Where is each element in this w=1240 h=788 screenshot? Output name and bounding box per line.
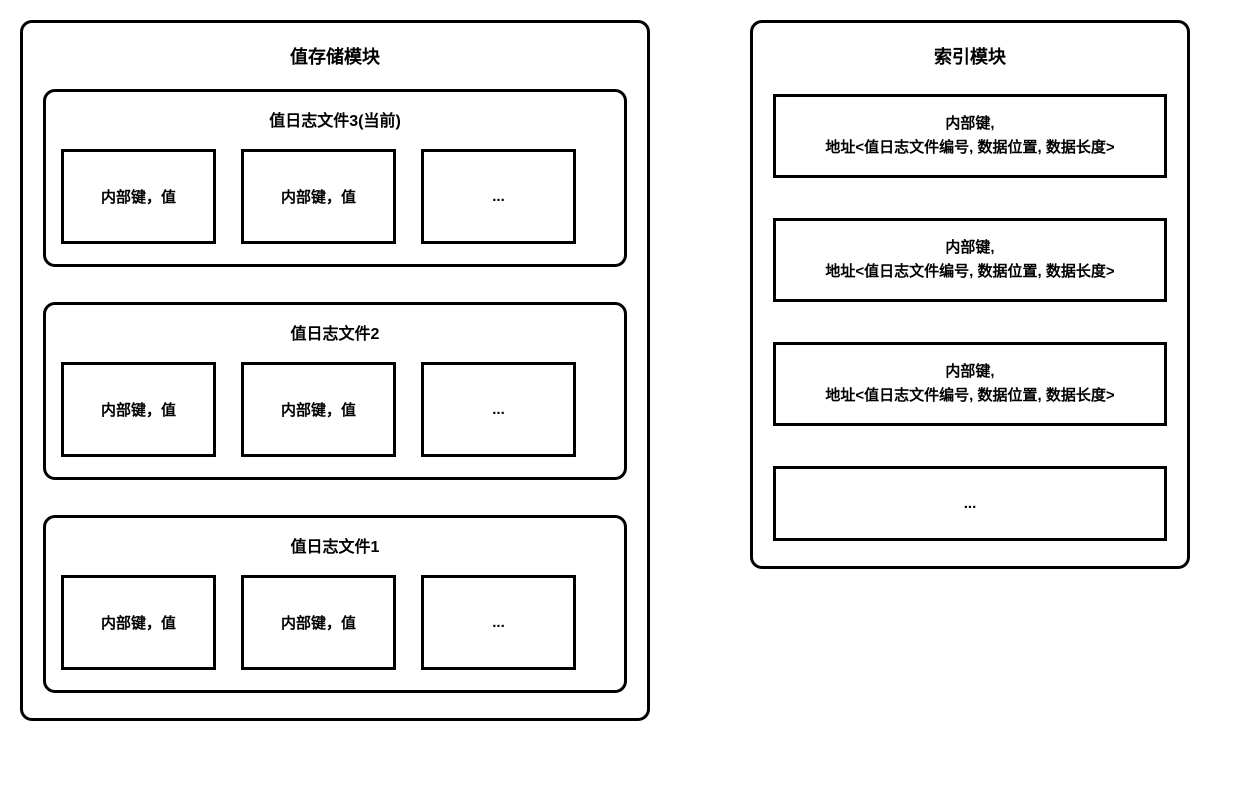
index-key-label: 内部键, <box>786 112 1154 136</box>
index-entry-ellipsis: ... <box>773 466 1167 541</box>
log-file-1: 值日志文件1 内部键，值 内部键，值 ... <box>43 515 627 693</box>
index-entry: 内部键, 地址<值日志文件编号, 数据位置, 数据长度> <box>773 94 1167 178</box>
log-file-2: 值日志文件2 内部键，值 内部键，值 ... <box>43 302 627 480</box>
index-module: 索引模块 内部键, 地址<值日志文件编号, 数据位置, 数据长度> 内部键, 地… <box>750 20 1190 569</box>
entry: 内部键，值 <box>61 575 216 670</box>
index-address-label: 地址<值日志文件编号, 数据位置, 数据长度> <box>786 136 1154 160</box>
entry-ellipsis: ... <box>421 362 576 457</box>
entry: 内部键，值 <box>61 149 216 244</box>
diagram-container: 值存储模块 值日志文件3(当前) 内部键，值 内部键，值 ... 值日志文件2 … <box>20 20 1220 721</box>
entry: 内部键，值 <box>241 149 396 244</box>
index-address-label: 地址<值日志文件编号, 数据位置, 数据长度> <box>786 260 1154 284</box>
entry-ellipsis: ... <box>421 149 576 244</box>
entry: 内部键，值 <box>61 362 216 457</box>
entries-row: 内部键，值 内部键，值 ... <box>61 149 609 244</box>
index-entry: 内部键, 地址<值日志文件编号, 数据位置, 数据长度> <box>773 218 1167 302</box>
ellipsis: ... <box>964 492 977 516</box>
index-entry: 内部键, 地址<值日志文件编号, 数据位置, 数据长度> <box>773 342 1167 426</box>
entries-row: 内部键，值 内部键，值 ... <box>61 362 609 457</box>
log-file-title: 值日志文件2 <box>61 320 609 344</box>
entry-ellipsis: ... <box>421 575 576 670</box>
index-key-label: 内部键, <box>786 360 1154 384</box>
storage-module: 值存储模块 值日志文件3(当前) 内部键，值 内部键，值 ... 值日志文件2 … <box>20 20 650 721</box>
entries-row: 内部键，值 内部键，值 ... <box>61 575 609 670</box>
log-file-3: 值日志文件3(当前) 内部键，值 内部键，值 ... <box>43 89 627 267</box>
storage-title: 值存储模块 <box>43 43 627 69</box>
index-title: 索引模块 <box>773 43 1167 69</box>
log-file-title: 值日志文件3(当前) <box>61 107 609 131</box>
log-file-title: 值日志文件1 <box>61 533 609 557</box>
index-address-label: 地址<值日志文件编号, 数据位置, 数据长度> <box>786 384 1154 408</box>
entry: 内部键，值 <box>241 575 396 670</box>
entry: 内部键，值 <box>241 362 396 457</box>
index-key-label: 内部键, <box>786 236 1154 260</box>
